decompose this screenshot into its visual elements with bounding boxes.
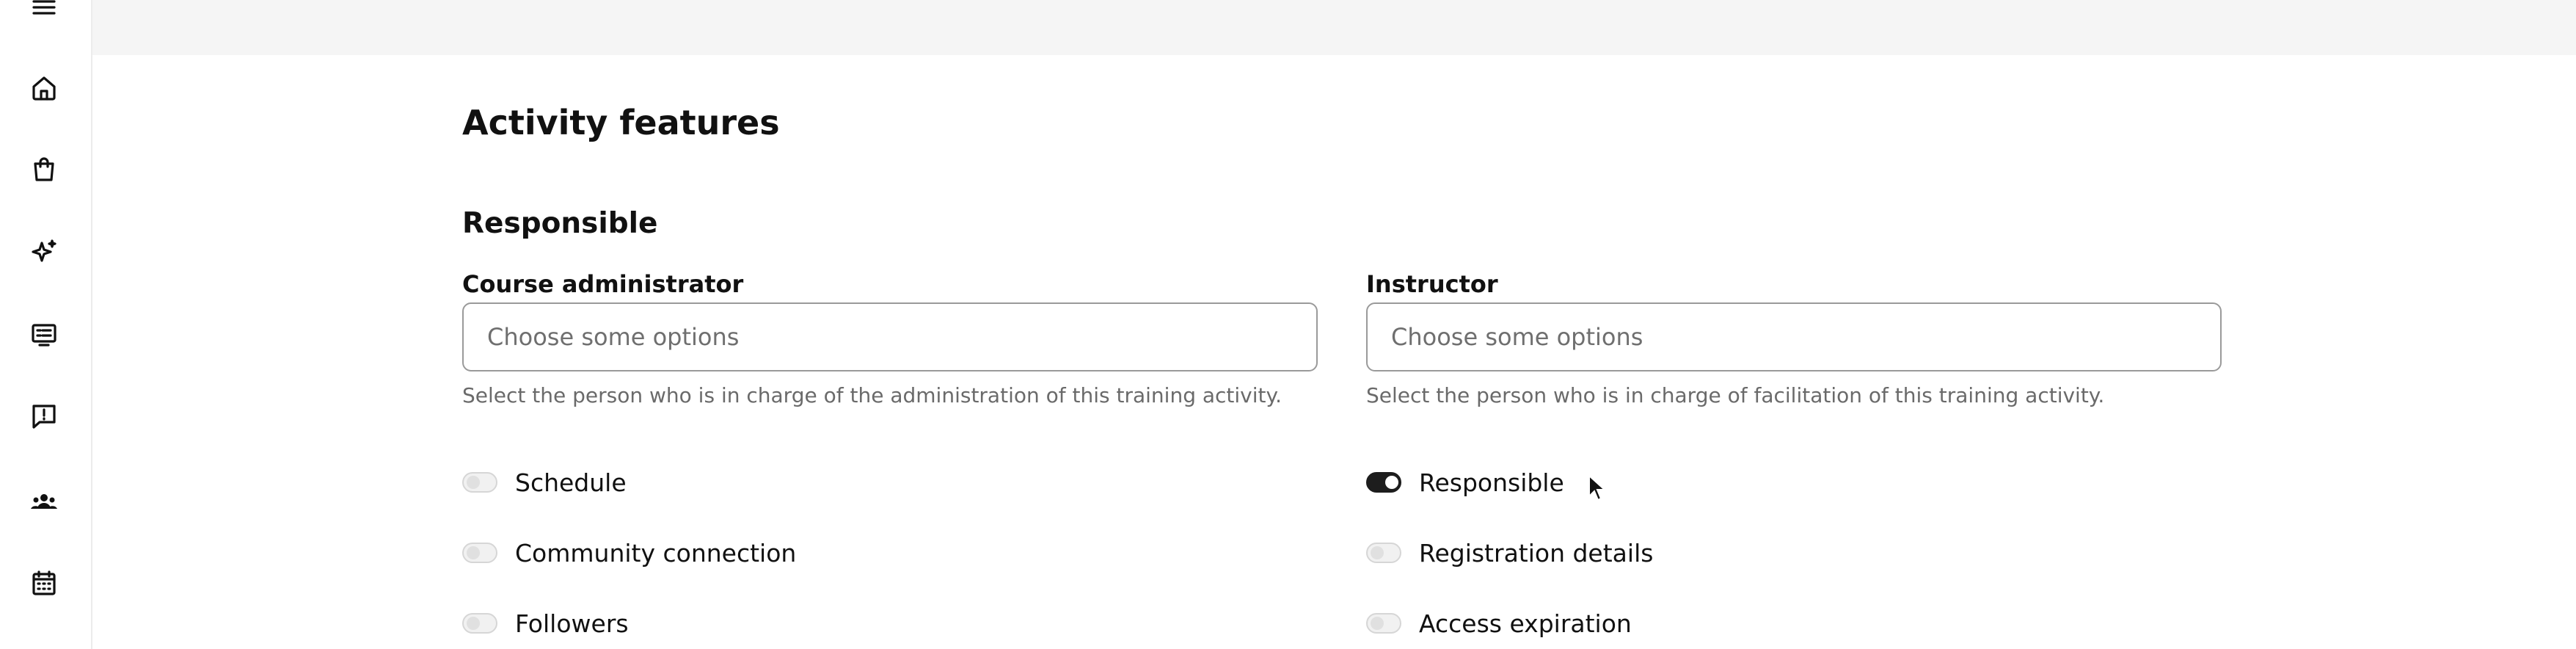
menu-icon[interactable] [25,0,63,26]
toggle-label: Access expiration [1419,609,1632,638]
toggle-label: Responsible [1419,468,1564,497]
toggle-switch[interactable] [462,543,497,563]
toggle-label: Registration details [1419,538,1654,568]
sidebar [0,0,92,649]
toggle-switch[interactable] [1366,613,1401,634]
course-administrator-placeholder: Choose some options [487,323,740,351]
mouse-cursor-icon [1588,474,1607,501]
instructor-label: Instructor [1366,270,1498,298]
toggle-switch[interactable] [1366,543,1401,563]
course-administrator-help: Select the person who is in charge of th… [462,383,1282,407]
instructor-placeholder: Choose some options [1391,323,1643,351]
instructor-select[interactable]: Choose some options [1366,302,2222,371]
presentation-icon[interactable] [25,316,63,354]
course-administrator-select[interactable]: Choose some options [462,302,1318,371]
toggle-community-connection[interactable]: Community connection [462,534,796,571]
toggle-switch[interactable] [462,472,497,493]
users-icon[interactable] [25,482,63,521]
toggle-label: Schedule [515,468,627,497]
instructor-help: Select the person who is in charge of fa… [1366,383,2105,407]
section-title: Responsible [462,207,658,240]
calendar-icon[interactable] [25,564,63,602]
toggle-responsible[interactable]: Responsible [1366,464,1564,501]
feedback-icon[interactable] [25,397,63,435]
toggle-switch[interactable] [462,613,497,634]
home-icon[interactable] [25,69,63,107]
toggle-followers[interactable]: Followers [462,605,629,642]
toggle-access-expiration[interactable]: Access expiration [1366,605,1632,642]
toggle-switch[interactable] [1366,472,1401,493]
toggle-registration-details[interactable]: Registration details [1366,534,1653,571]
toggle-label: Followers [515,609,629,638]
course-administrator-label: Course administrator [462,270,744,298]
toggle-label: Community connection [515,538,797,568]
shopping-bag-icon[interactable] [25,151,63,189]
top-bar [92,0,2576,55]
sparkles-icon[interactable] [25,233,63,271]
page-title: Activity features [462,103,780,142]
toggle-schedule[interactable]: Schedule [462,464,627,501]
